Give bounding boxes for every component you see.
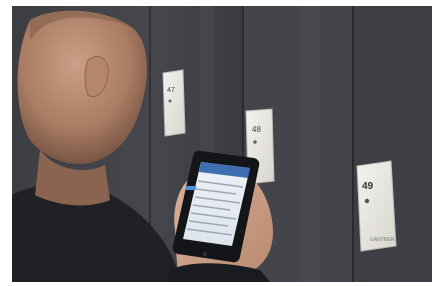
locker-lock-plate-49: 49 GANTNER [356, 160, 397, 252]
locker-lock-plate-47: 47 [162, 69, 186, 137]
phone-home-button[interactable] [202, 251, 208, 257]
locker-number-49: 49 [362, 181, 374, 192]
app-accent-badge [185, 186, 197, 190]
locker-number-47: 47 [167, 87, 175, 94]
photo-scene: 47 48 49 GANTNER [12, 6, 432, 282]
locker-number-48: 48 [252, 125, 261, 134]
lock-brand-label: GANTNER [370, 237, 395, 243]
